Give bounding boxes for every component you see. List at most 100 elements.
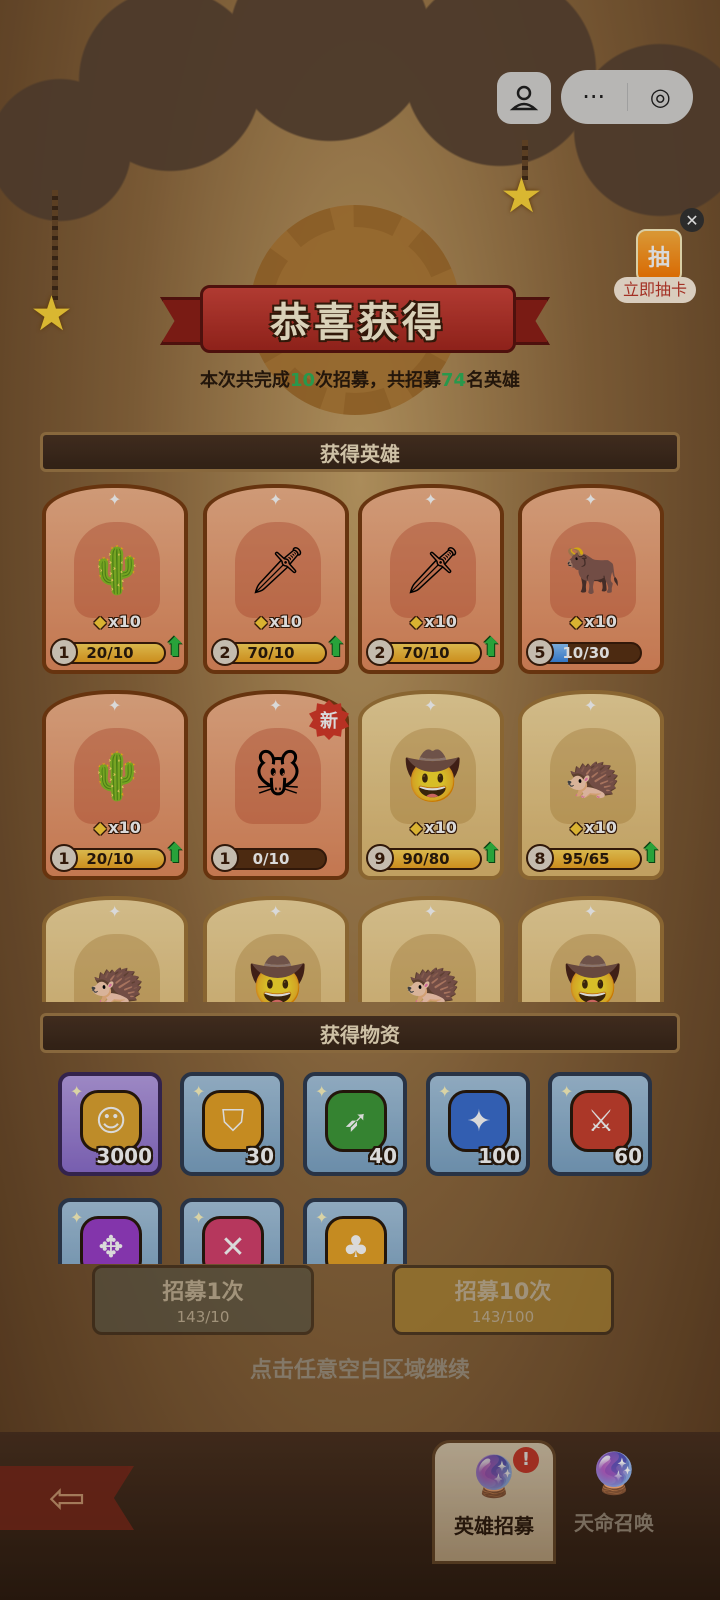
- more-options-button[interactable]: ···: [561, 83, 627, 111]
- star-decoration-left: ★: [30, 286, 74, 342]
- hero-level-badge: 1: [50, 844, 78, 872]
- hero-card[interactable]: ✦ 🤠 ◆ x10 90/80 9 ⬆: [358, 690, 504, 880]
- shard-icon: ◆: [94, 612, 107, 631]
- hero-multiplier-text: x10: [269, 612, 302, 631]
- wizard-gem-icon: ✦: [448, 1090, 510, 1152]
- item-grid[interactable]: ✦ ☺ 3000 ✦ ⛉ 30 ✦ ➶ 40 ✦ ✦ 100 ✦ ⚔ 60 ✦ ✥ ✦ ✕ ✦ ♣: [0, 1072, 720, 1264]
- star-decoration-right: ★: [500, 168, 544, 224]
- hero-portrait: 🤠: [550, 934, 636, 1002]
- new-badge: 新: [309, 700, 349, 740]
- sparkle-icon: ✦: [424, 902, 438, 921]
- sparkle-icon: ✦: [269, 696, 283, 715]
- hero-portrait: 🤠: [235, 934, 321, 1002]
- shard-icon: ◆: [570, 818, 583, 837]
- hero-card[interactable]: ✦ 🤠: [203, 896, 349, 1002]
- tab-destiny-summon[interactable]: 🔮 天命召唤: [552, 1440, 676, 1564]
- record-icon: ◎: [649, 83, 671, 111]
- reward-quantity: 3000: [96, 1144, 152, 1168]
- bow-gem-icon: ➶: [325, 1090, 387, 1152]
- close-program-button[interactable]: ◎: [628, 83, 694, 111]
- hero-level-badge: 8: [526, 844, 554, 872]
- more-icon: ···: [582, 83, 606, 111]
- sparkle-icon: ✦: [424, 490, 438, 509]
- hero-multiplier-text: x10: [108, 818, 141, 837]
- hero-portrait: 🐭: [235, 728, 321, 824]
- hero-level-badge: 1: [50, 638, 78, 666]
- sparkle-icon: ✦: [269, 490, 283, 509]
- heroes-section-header: 获得英雄: [40, 432, 680, 472]
- cross-gem-icon: ✕: [202, 1216, 264, 1264]
- reward-item[interactable]: ✦ ➶ 40: [303, 1072, 407, 1176]
- reward-item[interactable]: ✦ ☺ 3000: [58, 1072, 162, 1176]
- ribbon-body: 恭喜获得: [200, 285, 516, 353]
- hero-card[interactable]: ✦ 🦔: [358, 896, 504, 1002]
- recruit-once-label: 招募1次: [162, 1280, 244, 1305]
- shield-gem-icon: ⛉: [202, 1090, 264, 1152]
- reward-quantity: 60: [614, 1144, 642, 1168]
- hero-portrait: 🗡: [235, 522, 321, 618]
- upgrade-arrow-icon: ⬆: [480, 633, 502, 663]
- reward-item[interactable]: ✦ ♣: [303, 1198, 407, 1264]
- title-ribbon: 恭喜获得: [160, 285, 550, 353]
- hero-multiplier: ◆ x10: [570, 818, 617, 837]
- sparkle-icon: ✦: [584, 902, 598, 921]
- reward-item[interactable]: ✦ ✥: [58, 1198, 162, 1264]
- sparkle-icon: ✦: [424, 696, 438, 715]
- mini-program-capsule: ··· ◎: [561, 70, 693, 124]
- hero-portrait: 🦔: [550, 728, 636, 824]
- shard-icon: ◆: [570, 612, 583, 631]
- recruit-summary: 本次共完成10次招募，共招募74名英雄: [0, 366, 720, 392]
- sparkle-icon: ✦: [108, 902, 122, 921]
- sword-gem-icon: ⚔: [570, 1090, 632, 1152]
- hero-grid[interactable]: ✦ 🌵 ◆ x10 20/10 1 ⬆ ✦ 🗡 ◆ x10 70/10 2 ⬆ ✦ 🗡 ◆ x10 70/10 2 ⬆ ✦…: [0, 484, 720, 1002]
- hero-card[interactable]: ✦ 🗡 ◆ x10 70/10 2 ⬆: [203, 484, 349, 674]
- sparkle-icon: ✦: [584, 490, 598, 509]
- recruit-ten-label: 招募10次: [454, 1280, 552, 1305]
- hero-multiplier: ◆ x10: [570, 612, 617, 631]
- hero-card[interactable]: ✦ 🗡 ◆ x10 70/10 2 ⬆: [358, 484, 504, 674]
- continue-hint[interactable]: 点击任意空白区域继续: [0, 1352, 720, 1384]
- hero-portrait: 🤠: [390, 728, 476, 824]
- hero-card[interactable]: ✦ 🦔 ◆ x10 95/65 8 ⬆: [518, 690, 664, 880]
- page-title: 恭喜获得: [270, 300, 446, 346]
- crystal-ball-icon: 🔮: [589, 1451, 639, 1497]
- reward-item[interactable]: ✦ ⛉ 30: [180, 1072, 284, 1176]
- coin-icon: ☺: [80, 1090, 142, 1152]
- hero-multiplier-text: x10: [584, 612, 617, 631]
- hero-card[interactable]: ✦ 🐭 新 0/10 1: [203, 690, 349, 880]
- recruit-once-button[interactable]: 招募1次 143/10: [92, 1265, 314, 1335]
- reward-item[interactable]: ✦ ⚔ 60: [548, 1072, 652, 1176]
- hero-card[interactable]: ✦ 🦔: [42, 896, 188, 1002]
- tab-destiny-summon-label: 天命召唤: [574, 1511, 654, 1535]
- reward-item[interactable]: ✦ ✕: [180, 1198, 284, 1264]
- shuriken-gem-icon: ✥: [80, 1216, 142, 1264]
- recruit-ten-button[interactable]: 招募10次 143/100: [392, 1265, 614, 1335]
- star-rope-left: [52, 190, 58, 300]
- reward-item[interactable]: ✦ ✦ 100: [426, 1072, 530, 1176]
- hero-multiplier: ◆ x10: [94, 818, 141, 837]
- hero-level-badge: 2: [211, 638, 239, 666]
- shard-icon: ◆: [410, 612, 423, 631]
- items-section-header: 获得物资: [40, 1013, 680, 1053]
- hero-card[interactable]: ✦ 🌵 ◆ x10 20/10 1 ⬆: [42, 484, 188, 674]
- upgrade-arrow-icon: ⬆: [164, 839, 186, 869]
- reward-quantity: 100: [478, 1144, 520, 1168]
- heroes-section-title: 获得英雄: [320, 441, 400, 466]
- reward-quantity: 30: [246, 1144, 274, 1168]
- hero-multiplier-text: x10: [424, 818, 457, 837]
- hero-card[interactable]: ✦ 🐂 ◆ x10 10/30 5: [518, 484, 664, 674]
- hero-level-badge: 2: [366, 638, 394, 666]
- hero-multiplier: ◆ x10: [410, 612, 457, 631]
- sparkle-icon: ✦: [584, 696, 598, 715]
- sparkle-icon: ✦: [269, 902, 283, 921]
- user-avatar-button[interactable]: [497, 72, 551, 124]
- tab-hero-recruit[interactable]: 🔮 ! 英雄招募: [432, 1440, 556, 1564]
- hero-card[interactable]: ✦ 🤠: [518, 896, 664, 1002]
- hero-card[interactable]: ✦ 🌵 ◆ x10 20/10 1 ⬆: [42, 690, 188, 880]
- back-arrow-button[interactable]: ⇦: [0, 1466, 134, 1530]
- hero-level-badge: 1: [211, 844, 239, 872]
- recruit-ten-cost: 143/100: [471, 1308, 535, 1326]
- items-section-title: 获得物资: [320, 1022, 400, 1047]
- draw-card-shortcut[interactable]: 抽 立即抽卡: [614, 225, 696, 305]
- gold-coin-icon: ♣: [325, 1216, 387, 1264]
